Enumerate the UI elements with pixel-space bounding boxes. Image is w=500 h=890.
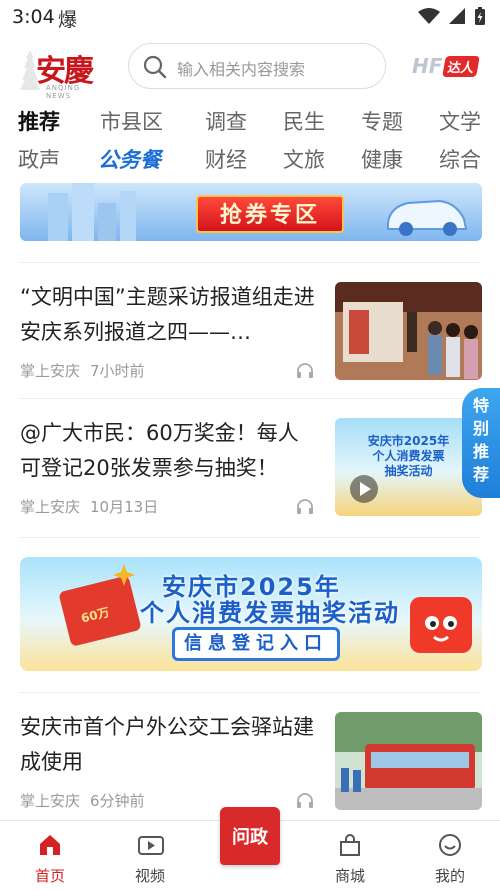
side-tab-char: 特 — [472, 396, 489, 415]
nav-home[interactable]: 首页 — [10, 821, 90, 890]
gift-mascot-graphic — [410, 597, 472, 653]
app-logo[interactable]: 安慶 ANQING NEWS — [18, 46, 102, 100]
news-time: 10月13日 — [90, 498, 159, 516]
nav-home-label: 首页 — [34, 867, 65, 885]
nav-mall[interactable]: 商城 — [310, 821, 390, 890]
daren-badge: 达人 — [442, 55, 481, 77]
nav-mine[interactable]: 我的 — [410, 821, 490, 890]
tab-general[interactable]: 综合 — [439, 144, 481, 174]
news-source: 掌上安庆 — [20, 362, 81, 380]
banner-title-line2: 个人消费发票抽奖活动 — [140, 599, 400, 627]
coupon-zone-button[interactable]: 抢券专区 — [196, 195, 344, 233]
play-icon[interactable] — [349, 474, 379, 504]
nav-wenzheng-label: 问政 — [232, 827, 268, 848]
wenzheng-book-icon: 问政 — [220, 807, 280, 865]
status-icons — [418, 6, 486, 26]
status-extra: 爆 — [58, 9, 78, 31]
building-illustration — [48, 183, 136, 241]
mascot-face-icon — [425, 616, 457, 642]
search-box[interactable]: 输入相关内容搜索 — [128, 43, 386, 89]
news-video-thumbnail[interactable]: 安庆市2025年 个人消费发票 抽奖活动 — [335, 418, 482, 516]
divider — [20, 398, 480, 399]
star-icon — [113, 564, 135, 586]
news-time: 6分钟前 — [90, 792, 145, 810]
thumbnail-caption-line1: 安庆市2025年 — [367, 434, 450, 448]
video-icon — [138, 836, 164, 855]
headphone-icon[interactable] — [296, 498, 314, 514]
header: 安慶 ANQING NEWS 输入相关内容搜索 HF 达人 — [0, 40, 500, 100]
news-thumbnail[interactable] — [335, 712, 482, 810]
news-title[interactable]: “文明中国”主题采访报道组走进安庆系列报道之四——… — [20, 280, 316, 350]
news-meta: 掌上安庆 7小时前 — [20, 360, 145, 381]
special-recommend-tab[interactable]: 特 别 推 荐 — [462, 388, 500, 498]
headphone-icon[interactable] — [296, 362, 314, 378]
wifi-icon — [418, 8, 440, 24]
side-tab-char: 推 — [472, 442, 489, 461]
news-title[interactable]: 安庆市首个户外公交工会驿站建成使用 — [20, 710, 316, 780]
thumbnail-caption: 安庆市2025年 个人消费发票 抽奖活动 — [335, 434, 482, 479]
info-register-button[interactable]: 信息登记入口 — [172, 627, 340, 661]
news-source: 掌上安庆 — [20, 498, 81, 516]
signal-icon — [449, 8, 465, 24]
bus-station-photo — [335, 712, 482, 810]
nav-mine-label: 我的 — [434, 867, 465, 885]
invoice-lottery-banner[interactable]: 60万 安庆市2025年 个人消费发票抽奖活动 信息登记入口 — [20, 557, 482, 671]
divider — [20, 262, 480, 263]
bottom-nav: 首页 视频 问政 商城 我的 — [0, 807, 500, 890]
nav-video-label: 视频 — [134, 867, 165, 885]
divider — [20, 537, 480, 538]
nav-wenzheng[interactable]: 问政 — [220, 807, 280, 869]
battery-icon — [475, 7, 485, 25]
news-time: 7小时前 — [90, 362, 145, 380]
tab-politics[interactable]: 政声 — [18, 144, 60, 174]
news-meta: 掌上安庆 10月13日 — [20, 496, 158, 517]
search-placeholder: 输入相关内容搜索 — [177, 60, 306, 79]
status-bar: 3:04 爆 — [0, 0, 500, 34]
search-icon — [143, 55, 167, 79]
divider — [20, 692, 480, 693]
tab-topics[interactable]: 专题 — [361, 106, 403, 136]
side-tab-char: 别 — [472, 419, 489, 438]
tab-health[interactable]: 健康 — [361, 144, 403, 174]
hf-logo-text: HF — [412, 54, 443, 78]
news-title[interactable]: @广大市民：60万奖金！每人可登记20张发票参与抽奖！ — [20, 416, 316, 486]
tab-literature[interactable]: 文学 — [439, 106, 481, 136]
logo-subtext: ANQING NEWS — [46, 84, 81, 100]
status-time: 3:04 — [12, 6, 55, 28]
tab-recommend[interactable]: 推荐 — [18, 106, 60, 136]
coupon-banner[interactable]: 抢券专区 — [20, 183, 482, 241]
shopping-bag-icon — [340, 834, 360, 856]
tab-survey[interactable]: 调查 — [205, 106, 247, 136]
tab-official-meal[interactable]: 公务餐 — [98, 144, 161, 174]
tab-finance[interactable]: 财经 — [205, 144, 247, 174]
tab-livelihood[interactable]: 民生 — [283, 106, 325, 136]
exhibition-photo — [335, 282, 482, 380]
news-meta: 掌上安庆 6分钟前 — [20, 790, 145, 811]
news-thumbnail[interactable] — [335, 282, 482, 380]
thumbnail-caption-line2: 个人消费发票 — [372, 449, 445, 463]
news-source: 掌上安庆 — [20, 792, 81, 810]
headphone-icon[interactable] — [296, 792, 314, 808]
nav-video[interactable]: 视频 — [110, 821, 190, 890]
smile-user-icon — [439, 834, 461, 856]
nav-mall-label: 商城 — [334, 867, 365, 885]
tab-county[interactable]: 市县区 — [100, 106, 163, 136]
envelope-amount: 60万 — [79, 605, 111, 626]
tab-culture-tourism[interactable]: 文旅 — [283, 144, 325, 174]
side-tab-char: 荐 — [472, 465, 489, 484]
home-icon — [40, 835, 60, 855]
car-illustration — [387, 199, 468, 236]
hf-daren-button[interactable]: HF 达人 — [412, 54, 481, 78]
